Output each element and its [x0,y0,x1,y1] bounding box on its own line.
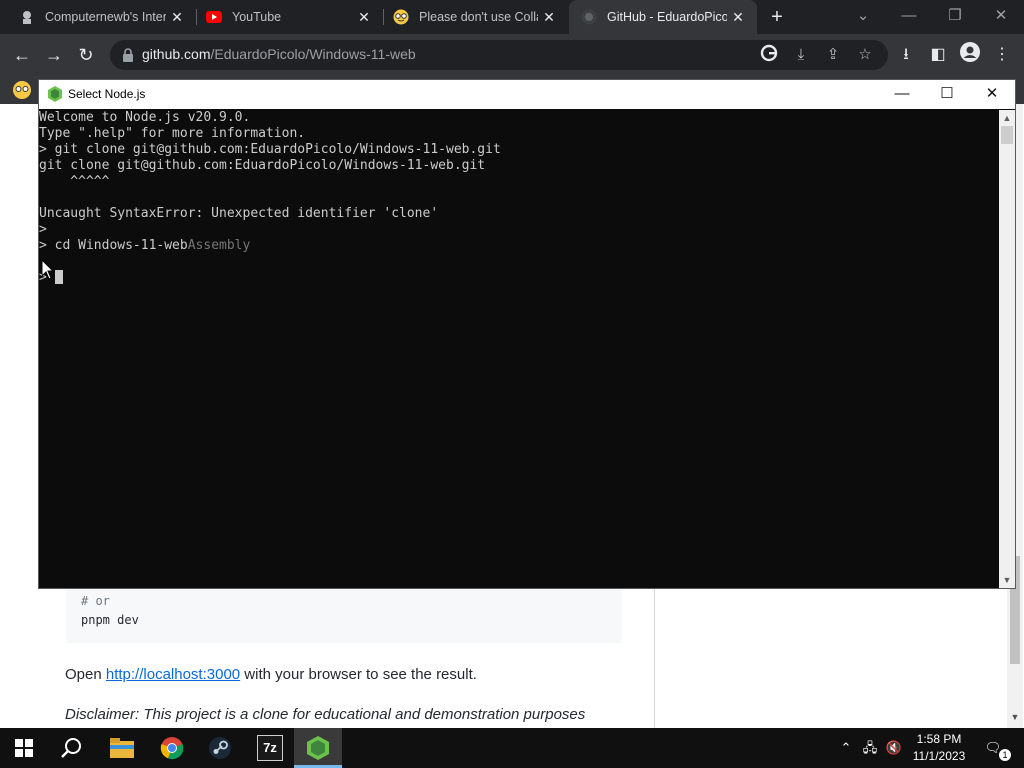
tab-youtube[interactable]: YouTube ✕ [187,0,383,34]
console-line: ^^^^^ [39,174,110,189]
forward-icon[interactable]: → [41,42,67,68]
volume-muted-icon[interactable]: 🔇 [884,738,904,758]
console-maximize-icon[interactable]: ☐ [924,80,970,109]
share-icon[interactable]: ⇪ [822,44,844,66]
install-app-icon[interactable]: ⤓ [790,44,812,66]
console-close-icon[interactable]: ✕ [969,80,1015,109]
tab-title: Computernewb's Inter [45,10,166,24]
disclaimer-text: Disclaimer: This project is a clone for … [65,706,586,723]
bookmark-emoji-icon[interactable] [12,80,32,100]
glasses-emoji-icon [393,9,409,25]
github-icon [581,9,597,25]
console-line: Uncaught SyntaxError: Unexpected identif… [39,206,439,221]
tab-github[interactable]: GitHub - EduardoPicol ✕ [569,0,757,34]
google-lens-icon[interactable] [758,44,780,66]
console-scrollbar-thumb[interactable] [1001,126,1013,144]
side-panel-icon[interactable]: ◧ [925,42,951,68]
start-button[interactable] [0,728,48,768]
search-button[interactable] [48,728,96,768]
tab-computernewb[interactable]: Computernewb's Inter ✕ [0,0,196,34]
nodejs-icon [48,86,62,102]
tab-close-icon[interactable]: ✕ [538,9,560,26]
console-title: Select Node.js [68,87,146,101]
back-icon[interactable]: ← [9,42,35,68]
downloads-icon[interactable]: ⭳ [893,42,919,68]
tab-close-icon[interactable]: ✕ [166,9,188,26]
system-clock[interactable]: 1:58 PM 11/1/2023 [906,731,972,765]
code-block [66,585,622,643]
tab-search-icon[interactable]: ⌄ [840,0,886,34]
7zip-button[interactable]: 7z [246,728,294,768]
tab-close-icon[interactable]: ✕ [727,9,749,26]
console-scrollbar[interactable] [999,110,1015,588]
url-text[interactable]: github.com/EduardoPicolo/Windows-11-web [142,46,416,62]
profile-avatar-icon[interactable] [957,42,983,68]
computernewb-icon [19,9,35,25]
console-scroll-up-icon[interactable]: ▲ [999,110,1015,126]
steam-button[interactable] [196,728,244,768]
search-icon [61,738,81,758]
minimize-icon[interactable]: — [886,0,932,34]
console-scroll-down-icon[interactable]: ▼ [999,572,1015,588]
clock-date: 11/1/2023 [912,749,966,763]
localhost-link[interactable]: http://localhost:3000 [106,666,240,683]
new-tab-button[interactable]: + [766,6,788,28]
steam-icon [209,737,231,759]
file-explorer-button[interactable] [98,728,146,768]
console-line: > cd Windows-11-webAssembly [39,238,251,253]
console-line: Type ".help" for more information. [39,126,306,141]
menu-kebab-icon[interactable]: ⋮ [989,42,1015,68]
clock-time: 1:58 PM [916,732,962,746]
network-icon[interactable]: 🖧 [860,738,880,758]
restore-icon[interactable]: ❐ [932,0,978,34]
console-line: > [39,222,47,237]
tab-title: GitHub - EduardoPicol [607,10,727,24]
close-window-icon[interactable]: ✕ [978,0,1024,34]
bookmark-star-icon[interactable]: ☆ [854,44,876,66]
console-line: git clone git@github.com:EduardoPicolo/W… [39,158,486,173]
chrome-icon [160,737,184,760]
mouse-pointer-icon [42,260,54,280]
tab-title: YouTube [232,10,282,24]
show-hidden-icons-icon[interactable]: ⌃ [838,738,854,758]
console-line: Welcome to Node.js v20.9.0. [39,110,251,125]
autocomplete-hint: Assembly [187,238,251,253]
lock-icon[interactable] [122,48,134,62]
console-line: > git clone git@github.com:EduardoPicolo… [39,142,501,157]
reload-icon[interactable]: ↻ [73,42,99,68]
console-minimize-icon[interactable]: — [879,80,925,109]
notification-count-badge: 1 [999,749,1011,761]
tab-title: Please don't use Colla [419,10,538,24]
readme-paragraph: Open http://localhost:3000 with your bro… [65,666,477,683]
nodejs-icon [307,736,329,760]
page-scroll-down-icon[interactable]: ▼ [1010,712,1020,722]
text-cursor [55,270,63,284]
column-divider [654,588,655,728]
console-output[interactable]: Welcome to Node.js v20.9.0. Type ".help"… [39,110,999,588]
console-titlebar[interactable] [39,80,1015,109]
start-icon [15,739,33,757]
file-explorer-icon [110,738,134,758]
tab-close-icon[interactable]: ✕ [353,9,375,26]
7zip-icon: 7z [257,735,283,761]
chrome-button[interactable] [148,728,196,768]
youtube-icon [206,9,222,25]
tab-please-dont-use[interactable]: Please don't use Colla ✕ [374,0,568,34]
code-command: pnpm dev [81,613,139,627]
code-comment: # or [81,594,110,608]
nodejs-taskbar-button[interactable] [294,728,342,768]
